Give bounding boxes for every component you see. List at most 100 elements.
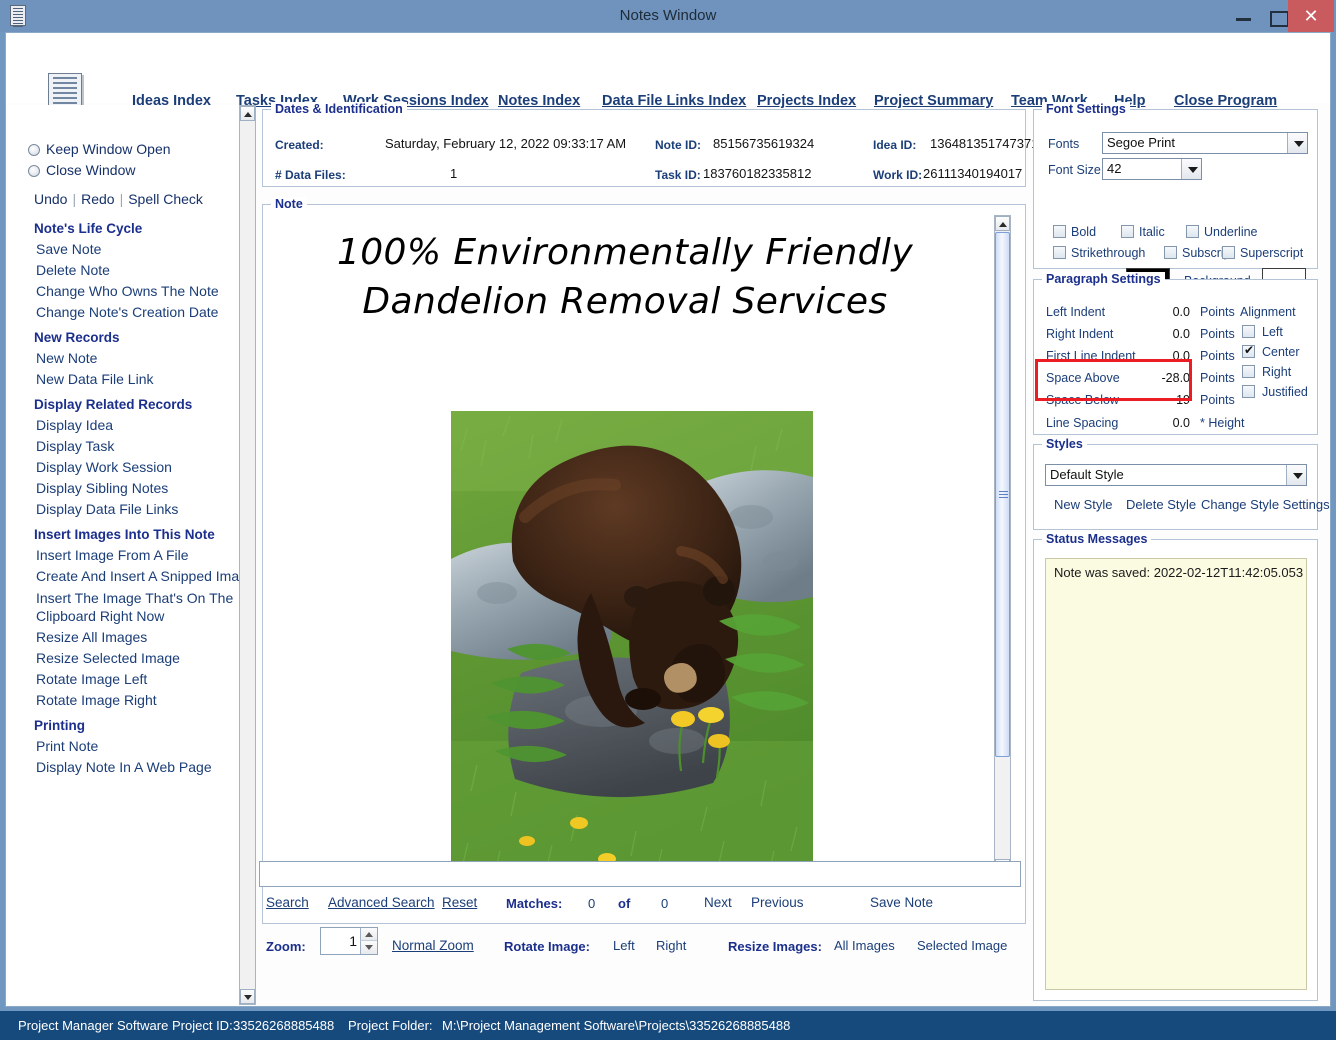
sidebar-item-display-task[interactable]: Display Task: [36, 438, 114, 454]
checkbox-superscript[interactable]: [1222, 246, 1235, 259]
advanced-search-button[interactable]: Advanced Search: [328, 895, 435, 910]
divider: |: [72, 191, 77, 207]
close-button[interactable]: ✕: [1288, 0, 1334, 32]
checkbox-italic[interactable]: [1121, 225, 1134, 238]
sidebar-item-print-note[interactable]: Print Note: [36, 738, 98, 754]
fonts-label: Fonts: [1048, 137, 1080, 151]
checkbox-strikethrough[interactable]: [1053, 246, 1066, 259]
top-navigation: Ideas Index Tasks Index Work Sessions In…: [6, 33, 1330, 124]
style-value: Default Style: [1050, 467, 1124, 482]
sidebar-item-display-work-session[interactable]: Display Work Session: [36, 459, 172, 475]
previous-button[interactable]: Previous: [751, 895, 804, 910]
checkbox-align-center[interactable]: [1242, 343, 1255, 358]
sidebar-item-new-data-file-link[interactable]: New Data File Link: [36, 371, 154, 387]
sidebar-item-display-sibling-notes[interactable]: Display Sibling Notes: [36, 480, 168, 496]
normal-zoom-button[interactable]: Normal Zoom: [392, 938, 474, 953]
sidebar-item-resize-selected-image[interactable]: Resize Selected Image: [36, 650, 180, 666]
sidebar-heading-insert-images-into-this-note: Insert Images Into This Note: [34, 527, 215, 542]
status-messages-panel: Status Messages Note was saved: 2022-02-…: [1033, 532, 1318, 1001]
chevron-down-icon[interactable]: [1181, 159, 1201, 179]
sidebar-item-change-notes-creation-date[interactable]: Change Note's Creation Date: [36, 304, 218, 320]
nav-item-projects-index[interactable]: Projects Index: [757, 93, 856, 109]
right-indent-value[interactable]: 0.0: [1146, 327, 1190, 341]
sidebar-item-rotate-image-left[interactable]: Rotate Image Left: [36, 671, 147, 687]
resize-images-label: Resize Images:: [728, 939, 822, 954]
search-input[interactable]: [259, 861, 1021, 887]
idea-id-value: 136481351747371: [930, 136, 1039, 151]
status-messages-area[interactable]: Note was saved: 2022-02-12T11:42:05.053: [1045, 558, 1307, 990]
sidebar-item-rotate-image-right[interactable]: Rotate Image Right: [36, 692, 157, 708]
checkbox-align-left-label: Left: [1262, 325, 1283, 339]
change-style-settings-button[interactable]: Change Style Settings: [1201, 497, 1330, 512]
space-above-value[interactable]: -28.0: [1140, 371, 1191, 385]
checkbox-align-right[interactable]: [1242, 365, 1255, 378]
note-editor-body[interactable]: 100% Environmentally Friendly Dandelion …: [265, 215, 1002, 875]
zoom-increment-icon[interactable]: [360, 928, 377, 941]
left-indent-value[interactable]: 0.0: [1146, 305, 1190, 319]
sidebar-item-create-and-insert-a-snipped-image[interactable]: Create And Insert A Snipped Image: [36, 568, 240, 584]
nav-item-project-summary[interactable]: Project Summary: [874, 93, 993, 109]
reset-button[interactable]: Reset: [442, 895, 477, 910]
font-size-select[interactable]: 42: [1102, 158, 1202, 180]
sidebar-item-delete-note[interactable]: Delete Note: [36, 262, 110, 278]
nav-item-close-program[interactable]: Close Program: [1174, 93, 1277, 109]
next-button[interactable]: Next: [704, 895, 732, 910]
delete-style-button[interactable]: Delete Style: [1126, 497, 1196, 512]
radio-icon[interactable]: [28, 165, 40, 177]
close-icon: ✕: [1303, 6, 1319, 26]
rotate-right-button[interactable]: Right: [656, 938, 686, 953]
radio-icon[interactable]: [28, 144, 40, 156]
checkbox-bold[interactable]: [1053, 225, 1066, 238]
scroll-up-icon[interactable]: [995, 216, 1010, 231]
style-select[interactable]: Default Style: [1045, 464, 1307, 486]
scroll-up-icon[interactable]: [240, 106, 255, 121]
checkbox-align-justified[interactable]: [1242, 385, 1255, 398]
checkbox-underline[interactable]: [1186, 225, 1199, 238]
resize-all-images-button[interactable]: All Images: [834, 938, 895, 953]
sidebar-item-new-note[interactable]: New Note: [36, 350, 97, 366]
rotate-left-button[interactable]: Left: [613, 938, 635, 953]
save-note-button[interactable]: Save Note: [870, 895, 933, 910]
checkbox-subscript[interactable]: [1164, 246, 1177, 259]
nav-item-notes-index[interactable]: Notes Index: [498, 93, 580, 109]
sidebar-item-insert-image-from-clipboard[interactable]: Insert The Image That's On The Clipboard…: [36, 589, 234, 625]
sidebar-item-display-data-file-links[interactable]: Display Data File Links: [36, 501, 178, 517]
resize-selected-image-button[interactable]: Selected Image: [917, 938, 1007, 953]
search-button[interactable]: Search: [266, 895, 309, 910]
line-spacing-label: Line Spacing: [1046, 416, 1119, 430]
nav-item-data-file-links-index[interactable]: Data File Links Index: [602, 93, 746, 109]
space-above-label: Space Above: [1046, 371, 1120, 385]
checkbox-italic-label: Italic: [1139, 225, 1165, 239]
sidebar-item-save-note[interactable]: Save Note: [36, 241, 101, 257]
sidebar-item-display-note-in-a-web-page[interactable]: Display Note In A Web Page: [36, 759, 212, 775]
sidebar-item-resize-all-images[interactable]: Resize All Images: [36, 629, 147, 645]
new-style-button[interactable]: New Style: [1054, 497, 1113, 512]
paragraph-settings-panel: Paragraph Settings Left Indent 0.0 Point…: [1033, 272, 1318, 435]
sidebar-item-change-who-owns-the-note[interactable]: Change Who Owns The Note: [36, 283, 219, 299]
note-image-bear-photo[interactable]: [451, 411, 813, 875]
sidebar-item-display-idea[interactable]: Display Idea: [36, 417, 113, 433]
scroll-thumb[interactable]: [995, 232, 1010, 757]
space-below-value[interactable]: 19: [1140, 393, 1190, 407]
bear-photo-svg: [451, 411, 813, 875]
window-title: Notes Window: [619, 7, 717, 24]
chevron-down-icon[interactable]: [1287, 133, 1307, 153]
undo-link[interactable]: Undo: [34, 191, 67, 207]
sidebar-scrollbar[interactable]: [239, 105, 256, 1005]
sidebar-radio-close-window[interactable]: Close Window: [28, 162, 135, 178]
scroll-down-icon[interactable]: [240, 989, 255, 1004]
note-scrollbar[interactable]: [994, 215, 1011, 875]
sidebar-radio-keep-window-open[interactable]: Keep Window Open: [28, 141, 171, 157]
spell-check-link[interactable]: Spell Check: [128, 191, 203, 207]
line-spacing-value[interactable]: 0.0: [1146, 416, 1190, 430]
sidebar-item-insert-image-from-a-file[interactable]: Insert Image From A File: [36, 547, 189, 563]
zoom-stepper[interactable]: 1: [320, 927, 378, 955]
checkbox-align-left[interactable]: [1242, 325, 1255, 338]
zoom-decrement-icon[interactable]: [360, 941, 377, 954]
zoom-value[interactable]: 1: [321, 928, 361, 954]
matches-total-value: 0: [661, 896, 669, 911]
first-line-indent-value[interactable]: 0.0: [1146, 349, 1190, 363]
font-family-select[interactable]: Segoe Print: [1102, 132, 1308, 154]
redo-link[interactable]: Redo: [81, 191, 114, 207]
chevron-down-icon[interactable]: [1286, 465, 1306, 485]
